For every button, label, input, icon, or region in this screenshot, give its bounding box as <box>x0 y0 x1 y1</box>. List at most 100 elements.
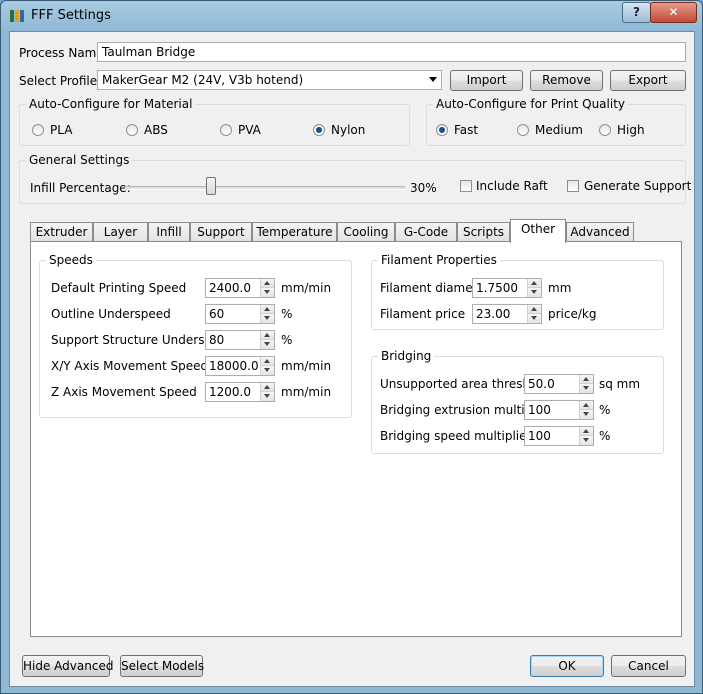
hide-advanced-button[interactable]: Hide Advanced <box>22 655 113 677</box>
tab-advanced[interactable]: Advanced <box>566 222 634 242</box>
unsupported-area-threshold-unit: sq mm <box>599 377 641 391</box>
radio-material-pva[interactable] <box>220 124 232 136</box>
infill-percentage-label: Infill Percentage: <box>30 181 131 195</box>
spin-up-icon[interactable] <box>579 375 593 384</box>
radio-quality-fast[interactable] <box>436 124 448 136</box>
unsupported-area-threshold-spinbox[interactable]: 50.0 <box>524 374 594 394</box>
filament-diameter-unit: mm <box>548 281 572 295</box>
spin-down-icon[interactable] <box>579 436 593 445</box>
quality-medium-label: Medium <box>535 123 583 137</box>
spin-up-icon[interactable] <box>527 279 541 288</box>
tab-other[interactable]: Other <box>510 219 566 243</box>
outline-underspeed-value: 60 <box>209 307 225 321</box>
spin-up-icon[interactable] <box>260 357 274 366</box>
tab-infill[interactable]: Infill <box>148 222 190 242</box>
spin-up-icon[interactable] <box>527 305 541 314</box>
spin-up-icon[interactable] <box>260 331 274 340</box>
tab-cooling[interactable]: Cooling <box>337 222 395 242</box>
radio-material-abs[interactable] <box>126 124 138 136</box>
bridging-group-title: Bridging <box>378 349 435 363</box>
tab-extruder[interactable]: Extruder <box>30 222 93 242</box>
infill-value-label: 30% <box>410 181 437 195</box>
radio-material-pla[interactable] <box>32 124 44 136</box>
spin-down-icon[interactable] <box>260 340 274 349</box>
outline-underspeed-spinbox[interactable]: 60 <box>205 304 275 324</box>
default-printing-speed-spinbox[interactable]: 2400.0 <box>205 278 275 298</box>
general-settings-title: General Settings <box>26 153 133 167</box>
window-title: FFF Settings <box>31 8 111 23</box>
bridging-extrusion-multiplier-spinbox[interactable]: 100 <box>524 400 594 420</box>
spin-down-icon[interactable] <box>527 314 541 323</box>
process-name-label: Process Name: <box>19 46 108 60</box>
profile-selected-value: MakerGear M2 (24V, V3b hotend) <box>102 73 304 87</box>
default-printing-speed-label: Default Printing Speed <box>51 281 187 295</box>
settings-tabs: Extruder Layer Infill Support Temperatur… <box>30 219 684 243</box>
radio-quality-high[interactable] <box>599 124 611 136</box>
material-abs-label: ABS <box>144 123 168 137</box>
cancel-button[interactable]: Cancel <box>611 655 686 677</box>
spin-up-icon[interactable] <box>579 427 593 436</box>
default-printing-speed-unit: mm/min <box>281 281 332 295</box>
app-icon <box>10 10 24 22</box>
filament-diameter-spinbox[interactable]: 1.7500 <box>472 278 542 298</box>
filament-price-spinbox[interactable]: 23.00 <box>472 304 542 324</box>
infill-slider-track[interactable] <box>125 186 405 190</box>
filament-diameter-value: 1.7500 <box>476 281 518 295</box>
export-button[interactable]: Export <box>610 70 686 91</box>
material-group: Auto-Configure for Material PLA ABS PVA … <box>19 97 410 146</box>
bridging-speed-multiplier-spinbox[interactable]: 100 <box>524 426 594 446</box>
z-axis-movement-speed-value: 1200.0 <box>209 385 251 399</box>
profile-select[interactable]: MakerGear M2 (24V, V3b hotend) <box>97 70 442 90</box>
material-pla-label: PLA <box>50 123 73 137</box>
remove-button[interactable]: Remove <box>530 70 603 91</box>
help-button[interactable]: ? <box>622 2 651 23</box>
ok-button[interactable]: OK <box>530 655 604 677</box>
z-axis-movement-speed-unit: mm/min <box>281 385 332 399</box>
bridging-speed-multiplier-value: 100 <box>528 429 551 443</box>
default-printing-speed-value: 2400.0 <box>209 281 251 295</box>
include-raft-checkbox[interactable] <box>460 180 472 192</box>
close-icon: ✕ <box>668 5 679 19</box>
radio-material-nylon[interactable] <box>313 124 325 136</box>
spin-down-icon[interactable] <box>260 392 274 401</box>
select-models-button[interactable]: Select Models <box>120 655 204 677</box>
spin-down-icon[interactable] <box>260 288 274 297</box>
generate-support-checkbox[interactable] <box>567 180 579 192</box>
title-bar[interactable]: FFF Settings ? ✕ <box>1 1 702 31</box>
quality-group: Auto-Configure for Print Quality Fast Me… <box>426 97 686 146</box>
xy-axis-movement-speed-spinbox[interactable]: 18000.0 <box>205 356 275 376</box>
spin-down-icon[interactable] <box>260 314 274 323</box>
filament-properties-group: Filament Properties Filament diameter 1.… <box>371 253 664 330</box>
spin-up-icon[interactable] <box>260 305 274 314</box>
spin-down-icon[interactable] <box>579 384 593 393</box>
quality-high-label: High <box>617 123 645 137</box>
spin-up-icon[interactable] <box>579 401 593 410</box>
bridging-speed-multiplier-label: Bridging speed multiplier <box>380 429 532 443</box>
include-raft-label: Include Raft <box>476 179 548 193</box>
filament-price-label: Filament price <box>380 307 466 321</box>
support-structure-underspeed-spinbox[interactable]: 80 <box>205 330 275 350</box>
tab-gcode[interactable]: G-Code <box>395 222 457 242</box>
dropdown-arrow-icon <box>429 77 437 82</box>
support-structure-underspeed-value: 80 <box>209 333 225 347</box>
tab-support[interactable]: Support <box>190 222 252 242</box>
z-axis-movement-speed-spinbox[interactable]: 1200.0 <box>205 382 275 402</box>
xy-axis-movement-speed-label: X/Y Axis Movement Speed <box>51 359 209 373</box>
close-button[interactable]: ✕ <box>650 2 697 23</box>
infill-slider-thumb[interactable] <box>206 177 216 195</box>
radio-quality-medium[interactable] <box>517 124 529 136</box>
spin-up-icon[interactable] <box>260 383 274 392</box>
tab-scripts[interactable]: Scripts <box>457 222 510 242</box>
process-name-input[interactable]: Taulman Bridge <box>97 42 686 62</box>
tab-temperature[interactable]: Temperature <box>252 222 337 242</box>
spin-down-icon[interactable] <box>579 410 593 419</box>
import-button[interactable]: Import <box>450 70 523 91</box>
spin-up-icon[interactable] <box>260 279 274 288</box>
material-pva-label: PVA <box>238 123 261 137</box>
spin-down-icon[interactable] <box>527 288 541 297</box>
spin-down-icon[interactable] <box>260 366 274 375</box>
support-structure-underspeed-unit: % <box>281 333 293 347</box>
quality-fast-label: Fast <box>454 123 479 137</box>
filament-properties-title: Filament Properties <box>378 253 500 267</box>
tab-layer[interactable]: Layer <box>93 222 148 242</box>
